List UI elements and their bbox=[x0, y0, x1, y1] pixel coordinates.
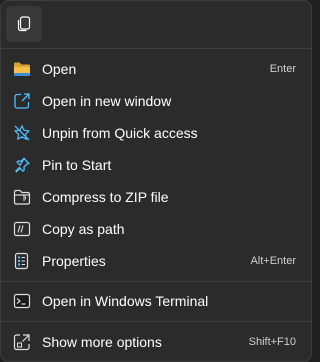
menu-item-shortcut: Enter bbox=[269, 63, 296, 75]
divider bbox=[1, 281, 311, 282]
menu-item-open[interactable]: Open Enter bbox=[5, 54, 309, 84]
unpin-star-icon bbox=[13, 124, 31, 142]
menu-item-shortcut: Shift+F10 bbox=[248, 336, 296, 348]
menu-item-label: Compress to ZIP file bbox=[42, 189, 169, 205]
copy-icon bbox=[17, 16, 31, 32]
menu-item-label: Open in Windows Terminal bbox=[42, 293, 209, 309]
more-options-icon bbox=[13, 333, 31, 351]
menu-item-open-in-new-window[interactable]: Open in new window bbox=[5, 86, 309, 116]
terminal-icon bbox=[13, 292, 31, 310]
divider bbox=[1, 48, 311, 49]
zip-folder-icon bbox=[13, 188, 31, 206]
copy-path-icon bbox=[13, 220, 31, 238]
menu-item-open-in-windows-terminal[interactable]: Open in Windows Terminal bbox=[5, 286, 309, 316]
menu-item-label: Unpin from Quick access bbox=[42, 125, 198, 141]
menu-item-shortcut: Alt+Enter bbox=[250, 255, 296, 267]
menu-item-compress-zip[interactable]: Compress to ZIP file bbox=[5, 182, 309, 212]
divider bbox=[1, 321, 311, 322]
menu-item-label: Pin to Start bbox=[42, 157, 112, 173]
menu-item-label: Show more options bbox=[42, 334, 162, 350]
pin-icon bbox=[13, 156, 31, 174]
open-new-window-icon bbox=[13, 92, 31, 110]
context-menu-toolbar bbox=[1, 1, 311, 47]
folder-icon bbox=[13, 60, 31, 78]
properties-icon bbox=[13, 252, 31, 270]
menu-item-show-more-options[interactable]: Show more options Shift+F10 bbox=[5, 327, 309, 357]
menu-item-label: Open in new window bbox=[42, 93, 172, 109]
menu-item-unpin-quick-access[interactable]: Unpin from Quick access bbox=[5, 118, 309, 148]
menu-item-properties[interactable]: Properties Alt+Enter bbox=[5, 246, 309, 276]
menu-item-copy-as-path[interactable]: Copy as path bbox=[5, 214, 309, 244]
context-menu: Open Enter Open in new window Unpin from… bbox=[0, 0, 312, 362]
menu-item-label: Open bbox=[42, 61, 77, 77]
copy-button[interactable] bbox=[6, 6, 42, 42]
menu-item-label: Copy as path bbox=[42, 221, 125, 237]
menu-item-label: Properties bbox=[42, 253, 106, 269]
menu-item-pin-to-start[interactable]: Pin to Start bbox=[5, 150, 309, 180]
